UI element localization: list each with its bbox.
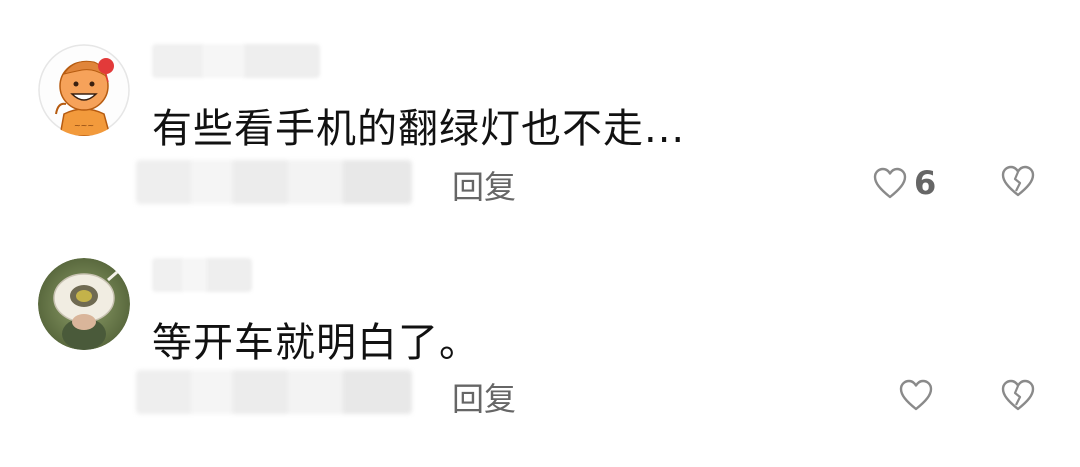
reply-button[interactable]: 回复 bbox=[452, 162, 516, 208]
heart-outline-icon bbox=[873, 167, 907, 199]
broken-heart-icon bbox=[1001, 165, 1035, 197]
dislike-button[interactable] bbox=[1000, 378, 1036, 416]
like-button[interactable]: 6 bbox=[872, 164, 936, 202]
comment-thread: ~~~ 有些看手机的翻绿灯也不走... 回复 6 等开车就明白了。 回复 bbox=[0, 0, 1080, 467]
username-blurred[interactable] bbox=[152, 258, 252, 292]
avatar[interactable] bbox=[38, 258, 130, 350]
meta-info-blurred bbox=[136, 160, 412, 204]
comment-text: 等开车就明白了。 bbox=[152, 320, 480, 366]
cartoon-avatar-image: ~~~ bbox=[38, 44, 130, 136]
dislike-button[interactable] bbox=[1000, 164, 1036, 202]
like-count: 6 bbox=[914, 164, 937, 202]
svg-text:~~~: ~~~ bbox=[74, 121, 94, 130]
broken-heart-icon bbox=[1001, 379, 1035, 411]
photo-avatar-image bbox=[38, 258, 130, 350]
reply-button[interactable]: 回复 bbox=[452, 374, 516, 420]
meta-info-blurred bbox=[136, 370, 412, 414]
heart-outline-icon bbox=[899, 379, 933, 411]
comment-item: ~~~ 有些看手机的翻绿灯也不走... 回复 6 bbox=[0, 0, 1080, 230]
comment-text: 有些看手机的翻绿灯也不走... bbox=[152, 106, 686, 152]
username-blurred[interactable] bbox=[152, 44, 320, 78]
watermark bbox=[440, 418, 640, 454]
like-button[interactable] bbox=[898, 378, 940, 412]
avatar[interactable]: ~~~ bbox=[38, 44, 130, 136]
